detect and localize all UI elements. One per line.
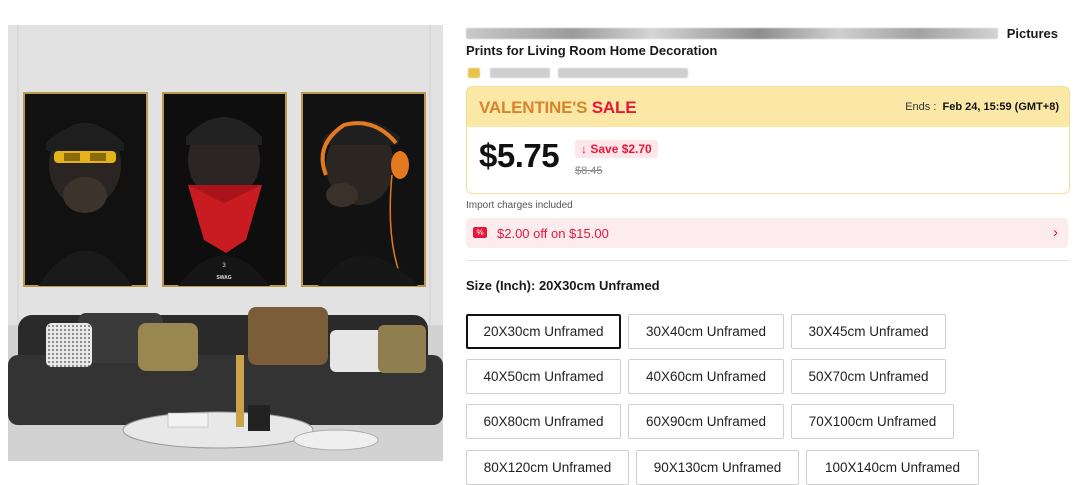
coupon-banner[interactable]: % $2.00 off on $15.00 › xyxy=(466,218,1068,248)
original-price: $8.45 xyxy=(575,165,603,177)
size-option[interactable]: 90X130cm Unframed xyxy=(636,450,799,485)
sale-countdown: Ends : Feb 24, 15:59 (GMT+8) xyxy=(905,101,1059,113)
size-option[interactable]: 30X45cm Unframed xyxy=(791,314,946,349)
size-option[interactable]: 20X30cm Unframed xyxy=(466,314,621,349)
size-option[interactable]: 80X120cm Unframed xyxy=(466,450,629,485)
size-option[interactable]: 60X80cm Unframed xyxy=(466,404,621,439)
save-badge: ↓ Save $2.70 xyxy=(575,140,658,158)
save-text: Save $2.70 xyxy=(590,142,652,156)
product-title-line2: Prints for Living Room Home Decoration xyxy=(466,43,718,58)
size-option[interactable]: 30X40cm Unframed xyxy=(628,314,784,349)
product-title-end: Pictures xyxy=(1006,26,1058,41)
import-note: Import charges included xyxy=(466,200,573,211)
sale-title-part: VALENTINE'S xyxy=(479,98,588,117)
sale-banner: VALENTINE'S SALE Ends : Feb 24, 15:59 (G… xyxy=(466,86,1070,194)
sale-title-part: SALE xyxy=(591,98,637,117)
poster-caption: SWAG xyxy=(216,275,231,281)
size-option[interactable]: 40X50cm Unframed xyxy=(466,359,621,394)
product-photo-illustration: 3 SWAG xyxy=(8,25,443,461)
ends-label: Ends : xyxy=(905,101,937,113)
size-option[interactable]: 60X90cm Unframed xyxy=(628,404,784,439)
size-option[interactable]: 70X100cm Unframed xyxy=(791,404,954,439)
current-price: $5.75 xyxy=(479,137,560,174)
blurred-title-text xyxy=(466,28,998,39)
divider xyxy=(466,260,1070,261)
blurred-rating-row xyxy=(466,64,1070,82)
coupon-text: $2.00 off on $15.00 xyxy=(497,226,609,241)
ends-value: Feb 24, 15:59 (GMT+8) xyxy=(942,101,1059,113)
arrow-down-icon: ↓ xyxy=(581,142,587,156)
price-block: $5.75 ↓ Save $2.70 $8.45 xyxy=(467,127,1069,193)
size-option[interactable]: 50X70cm Unframed xyxy=(791,359,946,394)
size-option[interactable]: 40X60cm Unframed xyxy=(628,359,784,394)
size-option[interactable]: 100X140cm Unframed xyxy=(806,450,979,485)
size-label: Size (Inch): 20X30cm Unframed xyxy=(466,278,660,293)
product-info-panel: Pictures Prints for Living Room Home Dec… xyxy=(466,22,1070,485)
chevron-right-icon: › xyxy=(1053,224,1058,241)
ticket-icon: % xyxy=(473,227,487,238)
sale-title: VALENTINE'S SALE xyxy=(479,98,637,118)
sale-header: VALENTINE'S SALE Ends : Feb 24, 15:59 (G… xyxy=(467,87,1069,127)
product-image[interactable]: 3 SWAG xyxy=(8,25,443,461)
product-title: Pictures xyxy=(466,22,1070,44)
